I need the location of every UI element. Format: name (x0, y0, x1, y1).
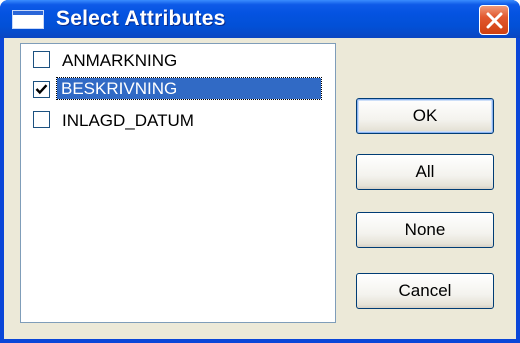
all-button[interactable]: All (356, 154, 494, 190)
checkmark-icon (35, 84, 48, 95)
list-item-label: ANMARKNING (62, 51, 178, 70)
checkbox-beskrivning[interactable] (33, 81, 50, 98)
dialog-title: Select Attributes (56, 7, 226, 30)
list-item-label: BESKRIVNING (56, 77, 322, 100)
window-icon (12, 10, 44, 29)
ok-button[interactable]: OK (356, 98, 494, 134)
list-item-beskrivning[interactable]: BESKRIVNING (27, 77, 327, 102)
cancel-button[interactable]: Cancel (356, 273, 494, 309)
list-item-label: INLAGD_DATUM (62, 111, 194, 130)
none-button[interactable]: None (356, 212, 494, 248)
checkbox-inlagd-datum[interactable] (33, 111, 50, 128)
title-bar[interactable]: Select Attributes (0, 0, 520, 38)
close-icon (486, 12, 503, 29)
checkbox-anmarkning[interactable] (33, 51, 50, 68)
list-item-inlagd-datum[interactable]: INLAGD_DATUM (27, 108, 327, 132)
list-item-anmarkning[interactable]: ANMARKNING (27, 48, 327, 72)
attribute-list[interactable]: ANMARKNING BESKRIVNING INLAGD_DATUM (20, 43, 336, 323)
close-button[interactable] (479, 5, 509, 35)
